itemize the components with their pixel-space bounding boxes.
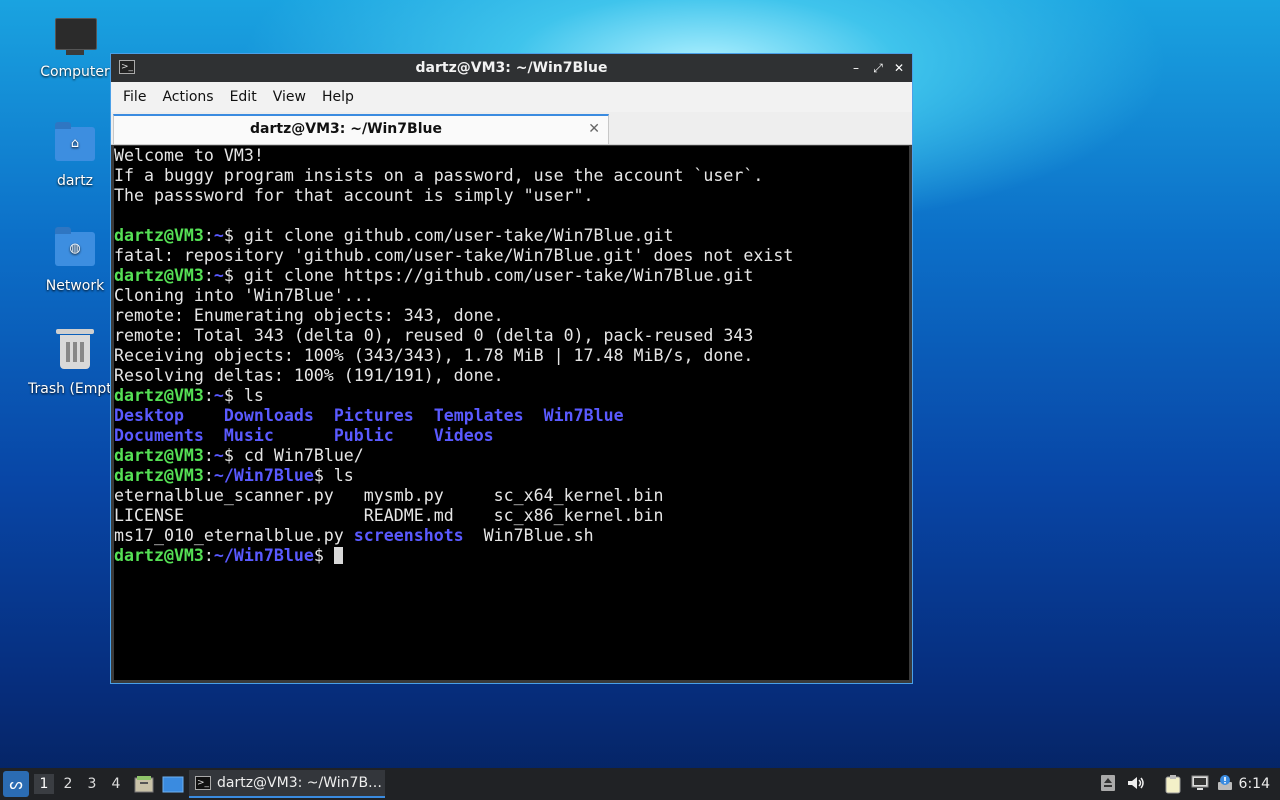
tab-label: dartz@VM3: ~/Win7Blue: [250, 121, 442, 137]
desktop-icon-label: Computer: [40, 64, 110, 80]
desktop-icon-computer[interactable]: Computer: [27, 18, 123, 80]
prompt-command: $ git clone https://github.com/user-take…: [223, 266, 754, 285]
task-label: dartz@VM3: ~/Win7B…: [217, 775, 383, 791]
terminal-line: remote: Total 343 (delta 0), reused 0 (d…: [114, 326, 754, 345]
terminal-tab[interactable]: dartz@VM3: ~/Win7Blue ✕: [113, 114, 609, 144]
text-cursor: [333, 547, 343, 564]
ls-file: ms17_010_eternalblue.py: [114, 526, 344, 545]
ls-dir: Music: [223, 426, 274, 445]
desktop-icon-home[interactable]: ⌂ dartz: [27, 122, 123, 189]
volume-icon[interactable]: [1126, 774, 1146, 794]
prompt-path: ~: [213, 386, 224, 405]
trash-icon: [55, 329, 95, 375]
terminal-line: The passsword for that account is simply…: [114, 186, 594, 205]
menu-view[interactable]: View: [265, 82, 314, 112]
ls-file: eternalblue_scanner.py: [114, 486, 334, 505]
maximize-button[interactable]: ⤢: [869, 58, 887, 78]
prompt-command: $ ls: [313, 466, 354, 485]
ls-file: Win7Blue.sh: [483, 526, 594, 545]
taskbar: ᔕ 1 2 3 4 >_ dartz@VM3: ~/Win7B… 6:14: [0, 768, 1280, 800]
ls-dir: Videos: [433, 426, 494, 445]
eject-icon[interactable]: [1098, 774, 1118, 794]
prompt-command: $ git clone github.com/user-take/Win7Blu…: [223, 226, 674, 245]
minimize-button[interactable]: –: [847, 58, 865, 78]
menu-actions[interactable]: Actions: [154, 82, 221, 112]
show-desktop-icon[interactable]: [162, 774, 184, 794]
terminal-line: If a buggy program insists on a password…: [114, 166, 764, 185]
ls-file: sc_x86_kernel.bin: [493, 506, 664, 525]
desktop-icon-label: Network: [45, 278, 105, 294]
ls-file: sc_x64_kernel.bin: [493, 486, 664, 505]
ls-file: README.md: [363, 506, 454, 525]
workspace-2[interactable]: 2: [58, 774, 78, 794]
monitor-icon: [55, 18, 97, 58]
menu-help[interactable]: Help: [314, 82, 362, 112]
terminal-line: remote: Enumerating objects: 343, done.: [114, 306, 504, 325]
menu-edit[interactable]: Edit: [222, 82, 265, 112]
taskbar-terminal-task[interactable]: >_ dartz@VM3: ~/Win7B…: [189, 770, 385, 798]
prompt-path: ~: [213, 266, 224, 285]
terminal-window: >_ dartz@VM3: ~/Win7Blue – ⤢ ✕ File Acti…: [110, 53, 913, 684]
terminal-app-icon: >_: [195, 776, 211, 790]
ls-file: LICENSE: [114, 506, 184, 525]
network-icon[interactable]: [1190, 774, 1210, 794]
terminal-line: Welcome to VM3!: [114, 146, 264, 165]
window-title: dartz@VM3: ~/Win7Blue: [415, 60, 608, 76]
prompt-command: $ ls: [223, 386, 264, 405]
prompt-command: $: [313, 546, 334, 565]
prompt-command: $ cd Win7Blue/: [223, 446, 364, 465]
ls-dir: Templates: [433, 406, 524, 425]
clipboard-icon[interactable]: [1163, 774, 1183, 794]
terminal-line: fatal: repository 'github.com/user-take/…: [114, 246, 794, 265]
desktop-icon-network[interactable]: ◍ Network: [27, 227, 123, 294]
ls-dir: Pictures: [333, 406, 414, 425]
network-folder-icon: ◍: [55, 227, 95, 272]
home-folder-icon: ⌂: [55, 122, 95, 167]
clock[interactable]: 6:14: [1239, 768, 1270, 800]
prompt-path: ~/Win7Blue: [213, 466, 314, 485]
start-menu-icon[interactable]: ᔕ: [3, 771, 29, 797]
workspace-4[interactable]: 4: [106, 774, 126, 794]
prompt-user: dartz@VM3: [114, 226, 204, 245]
file-manager-icon[interactable]: [134, 774, 154, 794]
ls-dir: Public: [333, 426, 394, 445]
workspace-1[interactable]: 1: [34, 774, 54, 794]
prompt-user: dartz@VM3: [114, 266, 204, 285]
prompt-user: dartz@VM3: [114, 466, 204, 485]
workspace-3[interactable]: 3: [82, 774, 102, 794]
menu-file[interactable]: File: [115, 82, 154, 112]
ls-file: mysmb.py: [363, 486, 444, 505]
close-button[interactable]: ✕: [890, 58, 908, 78]
notification-icon[interactable]: [1216, 774, 1236, 794]
terminal-line: Resolving deltas: 100% (191/191), done.: [114, 366, 504, 385]
ls-dir: screenshots: [353, 526, 464, 545]
terminal-line: Receiving objects: 100% (343/343), 1.78 …: [114, 346, 754, 365]
prompt-user: dartz@VM3: [114, 386, 204, 405]
prompt-path: ~: [213, 226, 224, 245]
terminal-line: Cloning into 'Win7Blue'...: [114, 286, 374, 305]
ls-dir: Win7Blue: [543, 406, 624, 425]
tab-bar: dartz@VM3: ~/Win7Blue ✕: [111, 112, 912, 145]
ls-dir: Desktop: [114, 406, 184, 425]
prompt-user: dartz@VM3: [114, 446, 204, 465]
menu-bar: File Actions Edit View Help: [111, 82, 912, 112]
ls-dir: Downloads: [223, 406, 314, 425]
window-titlebar[interactable]: >_ dartz@VM3: ~/Win7Blue – ⤢ ✕: [111, 54, 912, 82]
ls-dir: Documents: [114, 426, 204, 445]
prompt-path: ~/Win7Blue: [213, 546, 314, 565]
prompt-user: dartz@VM3: [114, 546, 204, 565]
prompt-path: ~: [213, 446, 224, 465]
terminal-output[interactable]: Welcome to VM3! If a buggy program insis…: [114, 146, 909, 680]
desktop-icon-label: dartz: [56, 173, 94, 189]
tab-close-icon[interactable]: ✕: [588, 118, 600, 140]
